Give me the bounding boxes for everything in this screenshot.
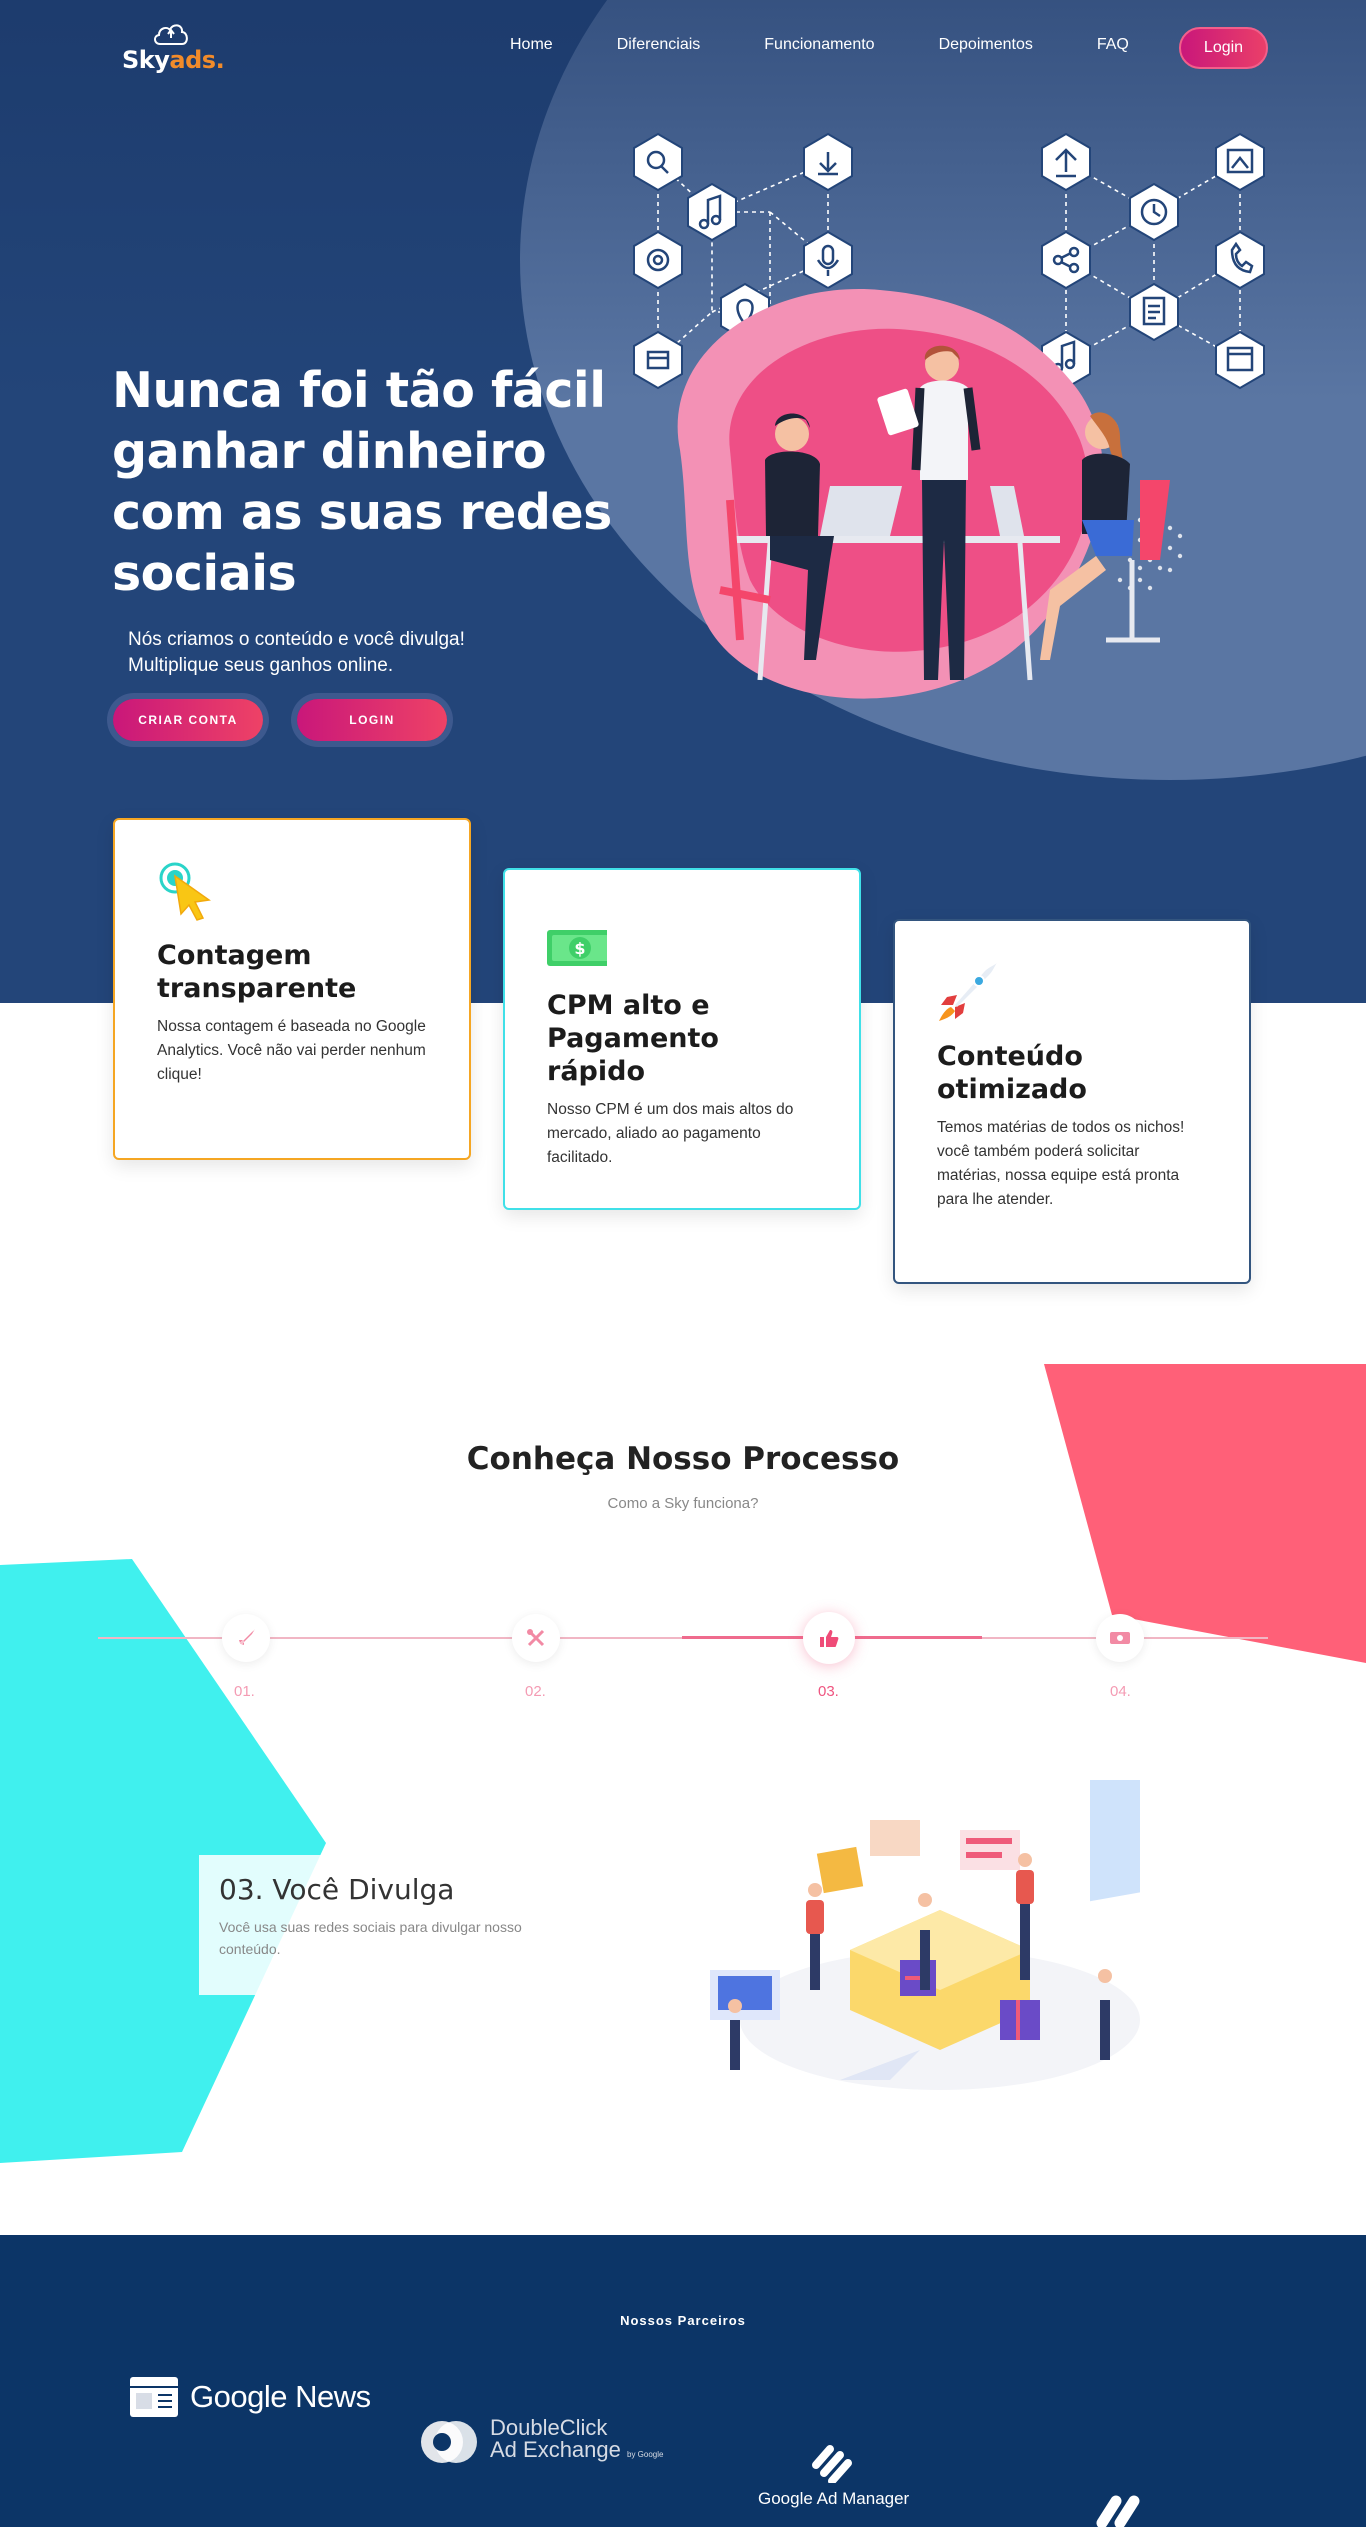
hero-subtitle: Nós criamos o conteúdo e você divulga! M…: [128, 627, 548, 679]
hero-title: Nunca foi tão fácil ganhar dinheiro com …: [112, 362, 612, 602]
current-step-text: Você usa suas redes sociais para divulga…: [219, 1919, 522, 1957]
doubleclick-text: DoubleClick Ad Exchange by Google: [490, 2417, 663, 2466]
partner-google-ad-manager: Google Ad Manager: [758, 2443, 909, 2509]
doubleclick-icon: [421, 2420, 477, 2463]
navbar: Skyads. Home Diferenciais Funcionamento …: [0, 0, 1366, 100]
step-2-label: 02.: [525, 1683, 546, 1700]
main-nav: Home Diferenciais Funcionamento Depoimen…: [510, 36, 1129, 54]
money-icon: [1110, 1632, 1130, 1644]
step-2-button[interactable]: [512, 1614, 560, 1662]
process-title: Conheça Nosso Processo: [466, 1441, 900, 1477]
nav-faq[interactable]: FAQ: [1097, 36, 1129, 54]
ad-manager-text: Google Ad Manager: [758, 2489, 910, 2508]
hero-illustration: [633, 132, 1265, 699]
partner-google-news: Google News: [128, 2375, 371, 2419]
rocket-icon: [239, 1629, 255, 1645]
login-button[interactable]: Login: [1179, 27, 1268, 69]
process-illustration: [710, 1780, 1140, 2090]
step-4-label: 04.: [1110, 1683, 1131, 1700]
laptop-left: [820, 486, 902, 536]
nav-home[interactable]: Home: [510, 36, 553, 54]
hero-login-button[interactable]: LOGIN: [297, 699, 447, 741]
partners-title: Nossos Parceiros: [620, 2313, 746, 2328]
ad-manager-icon: [811, 2445, 852, 2483]
feature-title: Contagem transparente: [157, 940, 357, 1004]
process-subtitle: Como a Sky funciona?: [607, 1495, 759, 1512]
google-news-icon: [130, 2377, 178, 2417]
svg-text:$: $: [574, 939, 585, 958]
tools-icon: [527, 1629, 545, 1647]
logo-text: Skyads.: [122, 46, 225, 74]
hero-subtitle-line2: Multiplique seus ganhos online.: [128, 655, 394, 676]
nav-diferenciais[interactable]: Diferenciais: [617, 36, 701, 54]
money-bill-icon: $: [547, 930, 613, 966]
current-step-title: 03. Você Divulga: [219, 1873, 455, 1906]
doubleclick-line1: DoubleClick: [490, 2415, 608, 2440]
partners-section: Nossos Parceiros Google News DoubleClick…: [0, 2235, 1366, 2527]
logo[interactable]: Skyads.: [122, 20, 232, 76]
step-3-button[interactable]: [803, 1612, 855, 1664]
create-account-button[interactable]: CRIAR CONTA: [113, 699, 263, 741]
step-4-button[interactable]: [1096, 1614, 1144, 1662]
nav-depoimentos[interactable]: Depoimentos: [939, 36, 1033, 54]
cloud-icon: [154, 24, 188, 45]
click-cursor-icon: [159, 862, 211, 921]
nav-funcionamento[interactable]: Funcionamento: [764, 36, 874, 54]
step-1-button[interactable]: [222, 1614, 270, 1662]
partner-doubleclick: DoubleClick Ad Exchange by Google: [420, 2417, 663, 2466]
doubleclick-line2: Ad Exchange by Google: [490, 2437, 664, 2462]
hero-subtitle-line1: Nós criamos o conteúdo e você divulga!: [128, 629, 465, 650]
thumbs-up-icon: [820, 1630, 839, 1647]
step-1-label: 01.: [234, 1683, 255, 1700]
current-step-box: 03. Você Divulga Você usa suas redes soc…: [199, 1855, 529, 1995]
partner-logo: [1094, 2493, 1146, 2527]
google-news-text: Google News: [190, 2379, 371, 2414]
partner-stripes-icon: [1096, 2495, 1140, 2527]
step-3-label: 03.: [818, 1683, 839, 1700]
